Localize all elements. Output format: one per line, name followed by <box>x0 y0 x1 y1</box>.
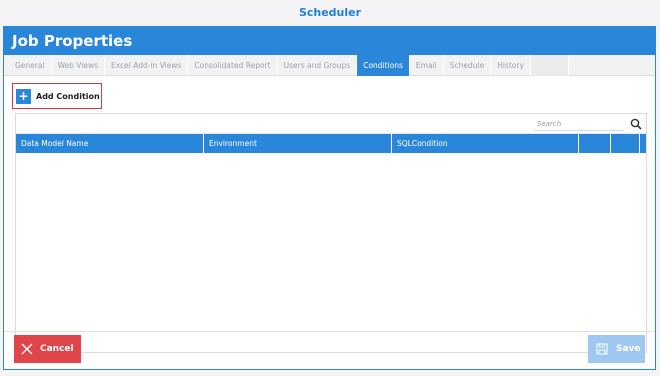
tab-web-views[interactable]: Web Views <box>52 55 106 76</box>
dialog-title: Job Properties <box>4 27 655 55</box>
cancel-label: Cancel <box>40 344 74 354</box>
column-header-action-3 <box>640 134 646 153</box>
add-condition-button[interactable]: + Add Condition <box>12 83 102 109</box>
tab-spacer <box>530 55 569 76</box>
search-icon[interactable] <box>630 118 642 130</box>
tab-consolidated-report[interactable]: Consolidated Report <box>188 55 278 76</box>
plus-icon: + <box>16 88 31 104</box>
grid-header: Data Model Name Environment SQLCondition <box>16 134 646 153</box>
search-input[interactable] <box>534 117 624 131</box>
tab-history[interactable]: History <box>491 55 531 76</box>
close-icon <box>14 335 40 363</box>
grid-search-row <box>16 114 646 134</box>
tab-schedule[interactable]: Schedule <box>444 55 492 76</box>
conditions-grid: Data Model Name Environment SQLCondition <box>15 113 647 353</box>
app-title: Scheduler <box>298 6 362 19</box>
footer-divider <box>4 331 655 332</box>
save-button[interactable]: Save <box>588 335 645 363</box>
tab-general[interactable]: General <box>9 55 52 76</box>
column-header-action-2 <box>611 134 640 153</box>
job-properties-dialog: Job Properties General Web Views Excel A… <box>3 26 656 370</box>
tab-excel-add-in-views[interactable]: Excel Add-in Views <box>105 55 189 76</box>
cancel-button[interactable]: Cancel <box>14 335 81 363</box>
column-header-action-1 <box>579 134 611 153</box>
tab-bar: General Web Views Excel Add-in Views Con… <box>4 55 655 76</box>
column-header-data-model-name[interactable]: Data Model Name <box>16 134 204 153</box>
add-condition-label: Add Condition <box>36 91 100 101</box>
tab-email[interactable]: Email <box>410 55 444 76</box>
floppy-disk-icon <box>588 335 616 363</box>
tab-users-and-groups[interactable]: Users and Groups <box>278 55 358 76</box>
save-label: Save <box>616 344 641 354</box>
column-header-sqlcondition[interactable]: SQLCondition <box>392 134 579 153</box>
grid-body <box>16 153 646 352</box>
tab-conditions[interactable]: Conditions <box>357 55 410 76</box>
column-header-environment[interactable]: Environment <box>204 134 392 153</box>
